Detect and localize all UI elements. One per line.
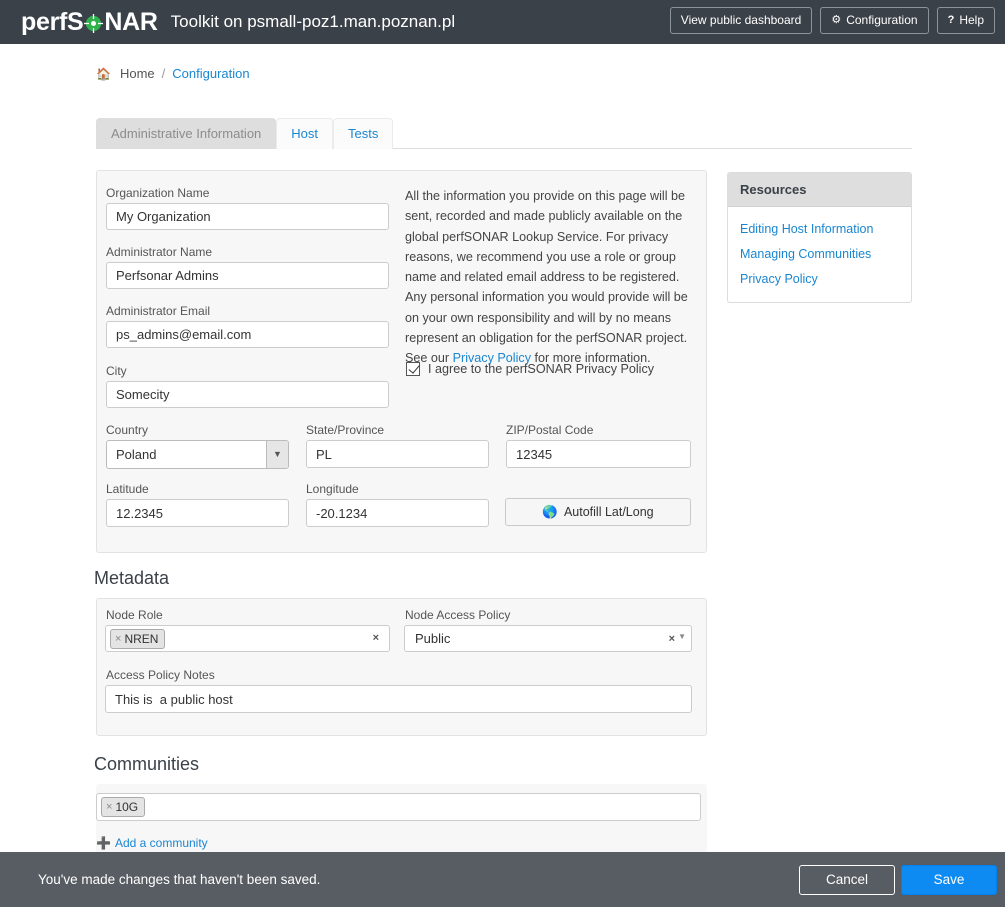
zip-postal-code-label: ZIP/Postal Code	[506, 423, 593, 437]
toolkit-title: Toolkit on psmall-poz1.man.poznan.pl	[171, 12, 455, 32]
save-button[interactable]: Save	[901, 865, 997, 895]
autofill-lat-long-label: Autofill Lat/Long	[564, 505, 654, 519]
node-role-clear-icon[interactable]: ×	[373, 632, 379, 644]
globe-icon: 🌎	[542, 505, 558, 520]
node-role-label: Node Role	[106, 608, 163, 622]
breadcrumb-item-home[interactable]: Home	[120, 66, 155, 81]
node-role-tag[interactable]: × NREN	[110, 629, 165, 649]
brand-text-post: NAR	[104, 10, 157, 35]
chevron-down-icon[interactable]: ▼	[678, 632, 686, 641]
administrator-email-input[interactable]	[106, 321, 389, 348]
organization-name-label: Organization Name	[106, 186, 209, 200]
privacy-agree-label: I agree to the perfSONAR Privacy Policy	[428, 362, 654, 376]
remove-tag-icon[interactable]: ×	[106, 802, 112, 813]
tab-administrative-information[interactable]: Administrative Information	[96, 118, 276, 149]
chevron-down-icon[interactable]: ▼	[266, 441, 288, 468]
add-a-community-label: Add a community	[115, 836, 208, 850]
node-role-tagfield[interactable]: × NREN ×	[105, 625, 390, 652]
brand-text-pre: perfS	[21, 10, 83, 35]
privacy-agree-row: I agree to the perfSONAR Privacy Policy	[406, 362, 654, 376]
country-label: Country	[106, 423, 148, 437]
administrator-name-label: Administrator Name	[106, 245, 212, 259]
remove-tag-icon[interactable]: ×	[115, 634, 121, 645]
access-policy-notes-label: Access Policy Notes	[106, 668, 215, 682]
state-province-label: State/Province	[306, 423, 384, 437]
node-access-policy-value: Public	[415, 626, 450, 653]
country-select[interactable]: Poland ▼	[106, 440, 289, 469]
administrator-name-input[interactable]	[106, 262, 389, 289]
administrator-email-label: Administrator Email	[106, 304, 210, 318]
zip-postal-code-input[interactable]	[506, 440, 691, 468]
node-access-policy-clear-icon[interactable]: ×	[669, 633, 675, 645]
resources-links: Editing Host Information Managing Commun…	[728, 207, 911, 296]
savebar-actions: Cancel Save	[799, 865, 997, 895]
city-input[interactable]	[106, 381, 389, 408]
unsaved-changes-message: You've made changes that haven't been sa…	[38, 872, 320, 887]
unsaved-changes-bar: You've made changes that haven't been sa…	[0, 852, 1005, 907]
add-a-community-link[interactable]: ➕ Add a community	[96, 836, 208, 850]
privacy-notice: All the information you provide on this …	[405, 186, 695, 369]
help-label: Help	[959, 14, 984, 26]
plus-icon: ➕	[96, 836, 111, 850]
tab-host[interactable]: Host	[276, 118, 333, 149]
communities-heading: Communities	[94, 754, 199, 775]
latitude-label: Latitude	[106, 482, 149, 496]
view-public-dashboard-button[interactable]: View public dashboard	[670, 7, 813, 34]
configuration-label: Configuration	[846, 14, 917, 26]
resource-link-managing-communities[interactable]: Managing Communities	[740, 247, 899, 261]
city-label: City	[106, 364, 127, 378]
top-navbar: perfS NAR Toolkit on psmall-poz1.man.pozn…	[0, 0, 1005, 44]
node-role-tag-label: NREN	[124, 633, 158, 645]
tab-bar: Administrative Information Host Tests	[96, 119, 912, 149]
question-icon: ?	[948, 15, 955, 26]
access-policy-notes-input[interactable]	[105, 685, 692, 713]
metadata-panel	[96, 598, 707, 736]
resource-link-editing-host-information[interactable]: Editing Host Information	[740, 222, 899, 236]
configuration-button[interactable]: ⚙ Configuration	[820, 7, 928, 34]
resources-panel: Resources Editing Host Information Manag…	[727, 172, 912, 303]
privacy-paragraph-part1: All the information you provide on this …	[405, 189, 688, 365]
communities-tagfield[interactable]: × 10G	[96, 793, 701, 821]
perfsonar-logo[interactable]: perfS NAR	[21, 10, 158, 35]
metadata-heading: Metadata	[94, 568, 169, 589]
resource-link-privacy-policy[interactable]: Privacy Policy	[740, 272, 899, 286]
longitude-input[interactable]	[306, 499, 489, 527]
organization-name-input[interactable]	[106, 203, 389, 230]
resources-title: Resources	[728, 173, 911, 207]
country-select-value: Poland	[116, 447, 156, 462]
help-button[interactable]: ? Help	[937, 7, 995, 34]
tab-tests[interactable]: Tests	[333, 118, 393, 149]
node-access-policy-label: Node Access Policy	[405, 608, 510, 622]
home-icon: 🏠	[96, 67, 111, 81]
view-public-dashboard-label: View public dashboard	[681, 14, 802, 26]
privacy-agree-checkbox[interactable]	[406, 362, 420, 376]
longitude-label: Longitude	[306, 482, 359, 496]
node-access-policy-select[interactable]: Public × ▼	[404, 625, 692, 652]
breadcrumb-item-configuration[interactable]: Configuration	[172, 66, 249, 81]
breadcrumb-separator: /	[162, 66, 166, 81]
gear-icon: ⚙	[831, 15, 841, 26]
latitude-input[interactable]	[106, 499, 289, 527]
breadcrumb: 🏠 Home / Configuration	[96, 66, 250, 81]
state-province-input[interactable]	[306, 440, 489, 468]
community-tag-label: 10G	[115, 801, 138, 813]
community-tag[interactable]: × 10G	[101, 797, 145, 817]
cancel-button[interactable]: Cancel	[799, 865, 895, 895]
globe-crosshair-icon	[84, 14, 103, 33]
autofill-lat-long-button[interactable]: 🌎 Autofill Lat/Long	[505, 498, 691, 526]
navbar-actions: View public dashboard ⚙ Configuration ? …	[670, 7, 995, 34]
